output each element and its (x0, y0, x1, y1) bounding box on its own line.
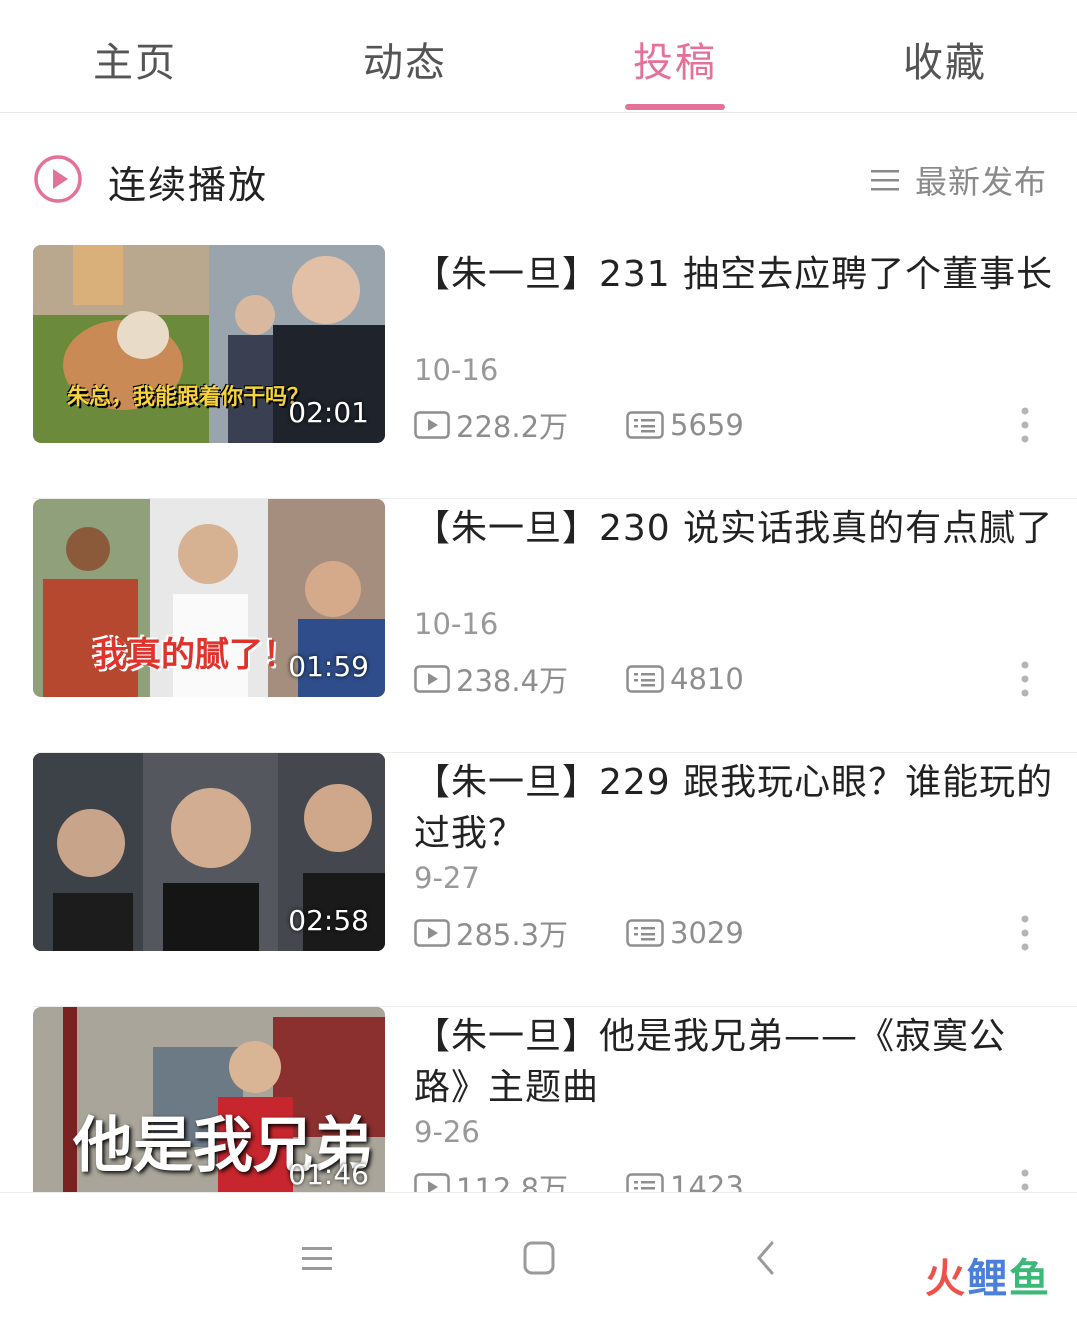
danmaku-icon (626, 919, 664, 947)
video-title[interactable]: 【朱一旦】229 跟我玩心眼？谁能玩的过我？ (414, 757, 1054, 859)
more-options-icon[interactable] (1016, 1167, 1034, 1192)
video-title[interactable]: 【朱一旦】230 说实话我真的有点腻了 (414, 503, 1054, 554)
video-item[interactable]: 02:58 【朱一旦】229 跟我玩心眼？谁能玩的过我？ 9-27 285.3万… (0, 753, 1077, 1007)
thumbnail-caption: 我真的腻了！ (93, 635, 297, 675)
more-options-icon[interactable] (1016, 659, 1034, 699)
video-title[interactable]: 【朱一旦】231 抽空去应聘了个董事长 (414, 249, 1054, 300)
video-title[interactable]: 【朱一旦】他是我兄弟——《寂寞公路》主题曲 (414, 1011, 1054, 1113)
view-count: 112.8万 (456, 1172, 569, 1192)
video-duration: 01:59 (288, 650, 369, 683)
menu-icon[interactable] (292, 1233, 342, 1283)
tab-dynamics[interactable]: 动态 (305, 30, 505, 88)
watermark-part: 火 (925, 1256, 967, 1302)
video-date: 10-16 (414, 353, 499, 387)
square-home-icon[interactable] (514, 1233, 564, 1283)
watermark-logo: 火鲤鱼 (925, 1246, 1051, 1304)
thumbnail-caption: 朱总，我能跟着你干吗？ (67, 385, 310, 410)
play-count-icon (414, 665, 450, 693)
watermark-part: 鱼 (1009, 1256, 1051, 1302)
play-all-row: 连续播放 最新发布 (0, 140, 1077, 220)
more-options-icon[interactable] (1016, 913, 1034, 953)
danmaku-icon (626, 411, 664, 439)
video-thumbnail[interactable]: 他是我兄弟 01:46 (33, 1007, 385, 1192)
tab-favorites[interactable]: 收藏 (845, 30, 1045, 88)
system-nav-bar: 火鲤鱼 (0, 1192, 1077, 1318)
tab-submissions[interactable]: 投稿 (575, 30, 775, 88)
sort-selector[interactable]: 最新发布 (870, 160, 1047, 201)
comment-count: 3029 (670, 916, 744, 950)
video-item[interactable]: 朱总，我能跟着你干吗？ 02:01 【朱一旦】231 抽空去应聘了个董事长 10… (0, 245, 1077, 499)
video-stats: 228.2万 5659 (414, 405, 744, 445)
video-stats: 285.3万 3029 (414, 913, 744, 953)
play-count-icon (414, 1173, 450, 1192)
video-date: 9-27 (414, 861, 480, 895)
sort-label: 最新发布 (914, 163, 1047, 201)
more-options-icon[interactable] (1016, 405, 1034, 445)
active-tab-indicator (625, 104, 725, 110)
comment-count: 5659 (670, 408, 744, 442)
view-count: 285.3万 (456, 918, 569, 952)
video-item[interactable]: 他是我兄弟 01:46 【朱一旦】他是我兄弟——《寂寞公路》主题曲 9-26 1… (0, 1007, 1077, 1192)
list-sort-icon (870, 170, 899, 191)
video-duration: 02:01 (288, 396, 369, 429)
video-thumbnail[interactable]: 我真的腻了！ 01:59 (33, 499, 385, 697)
video-stats: 112.8万 1423 (414, 1167, 744, 1192)
tab-home[interactable]: 主页 (35, 30, 235, 88)
danmaku-icon (626, 665, 664, 693)
video-item[interactable]: 我真的腻了！ 01:59 【朱一旦】230 说实话我真的有点腻了 10-16 2… (0, 499, 1077, 753)
video-duration: 01:46 (288, 1158, 369, 1191)
play-count-icon (414, 919, 450, 947)
video-stats: 238.4万 4810 (414, 659, 744, 699)
danmaku-icon (626, 1173, 664, 1192)
comment-count: 4810 (670, 662, 744, 696)
watermark-part: 鲤 (967, 1256, 1009, 1302)
tab-bar: 主页 动态 投稿 收藏 (0, 0, 1077, 113)
video-duration: 02:58 (288, 904, 369, 937)
comment-count: 1423 (670, 1170, 744, 1192)
video-date: 10-16 (414, 607, 499, 641)
back-chevron-icon[interactable] (742, 1233, 792, 1283)
video-thumbnail[interactable]: 02:58 (33, 753, 385, 951)
video-date: 9-26 (414, 1115, 480, 1149)
video-thumbnail[interactable]: 朱总，我能跟着你干吗？ 02:01 (33, 245, 385, 443)
play-circle-icon[interactable] (33, 154, 83, 204)
view-count: 228.2万 (456, 410, 569, 444)
view-count: 238.4万 (456, 664, 569, 698)
video-list: 朱总，我能跟着你干吗？ 02:01 【朱一旦】231 抽空去应聘了个董事长 10… (0, 245, 1077, 1192)
play-count-icon (414, 411, 450, 439)
play-all-button[interactable]: 连续播放 (108, 154, 268, 209)
